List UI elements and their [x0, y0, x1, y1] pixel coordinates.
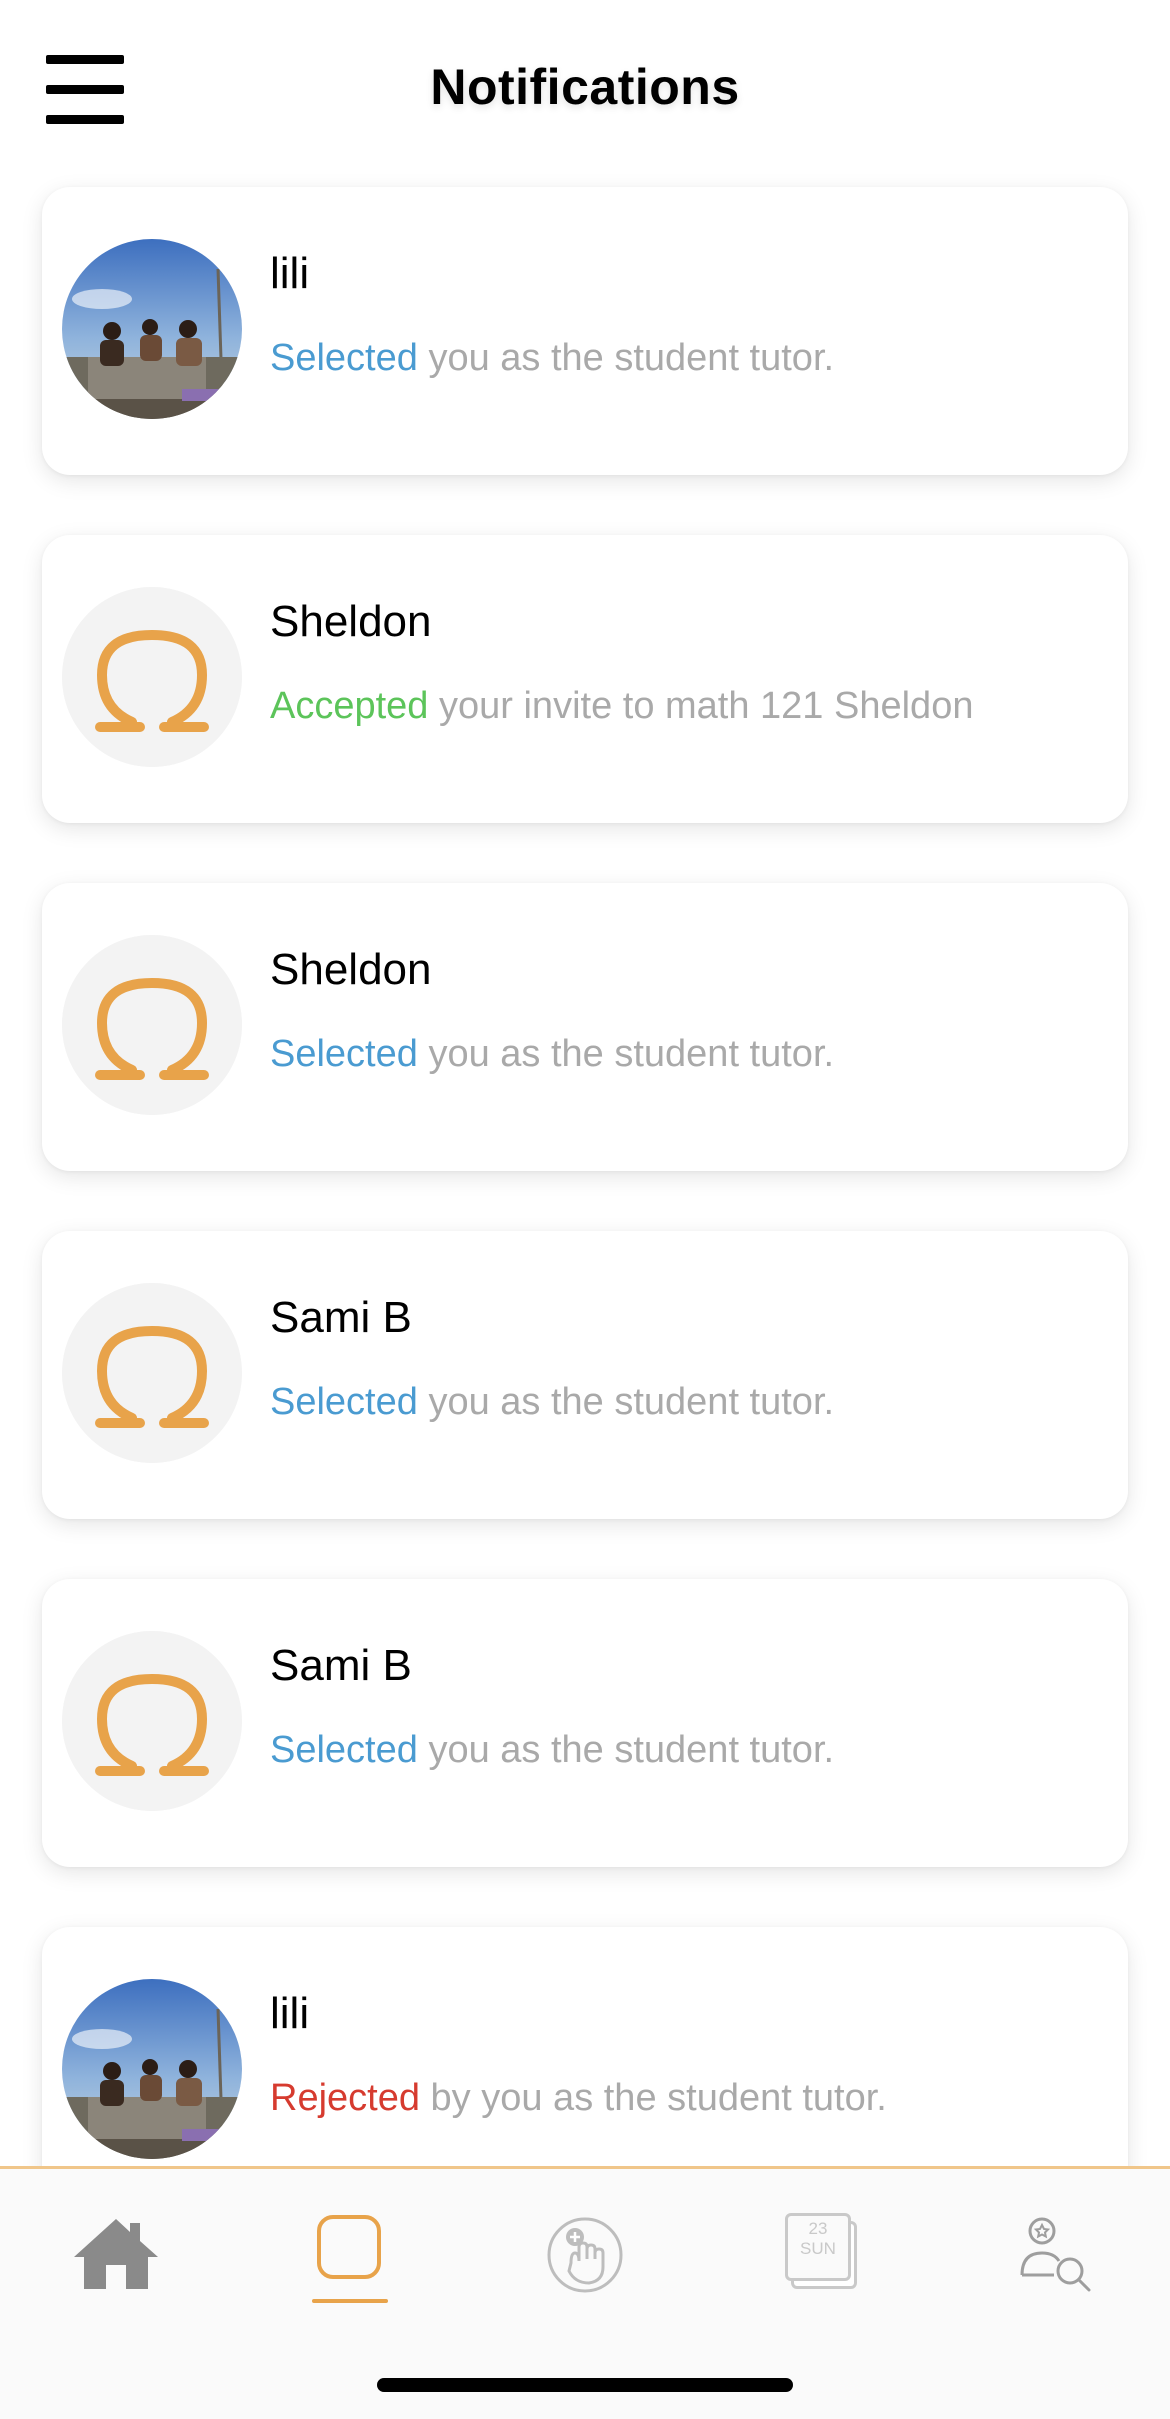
status-word: Rejected — [270, 2077, 420, 2119]
notification-name: Sami B — [270, 1641, 412, 1690]
message-text: by you as the student tutor. — [419, 2077, 887, 2119]
raise-hand-icon — [547, 2217, 623, 2293]
user-photo-avatar — [62, 1979, 242, 2159]
home-icon — [74, 2219, 158, 2289]
notification-card[interactable]: Sheldon Accepted your invite to math 121… — [42, 535, 1128, 823]
notification-message: Selected you as the student tutor. — [270, 1729, 834, 1772]
omega-avatar-icon — [62, 1631, 242, 1811]
notification-card[interactable]: Sami B Selected you as the student tutor… — [42, 1231, 1128, 1519]
status-word: Selected — [270, 1729, 418, 1771]
status-word: Accepted — [270, 685, 429, 727]
status-word: Selected — [270, 1033, 418, 1075]
notification-card[interactable]: Sami B Selected you as the student tutor… — [42, 1579, 1128, 1867]
status-word: Selected — [270, 1381, 418, 1423]
notifications-square-icon — [312, 2215, 388, 2303]
omega-avatar-icon — [62, 587, 242, 767]
omega-avatar-icon — [62, 1283, 242, 1463]
page-title: Notifications — [430, 59, 740, 115]
tab-calendar[interactable]: 23 SUN — [760, 2213, 880, 2323]
tutor-search-icon — [1020, 2217, 1091, 2292]
notification-name: lili — [270, 249, 310, 298]
notification-name: lili — [270, 1989, 310, 2038]
notification-message: Selected you as the student tutor. — [270, 1381, 834, 1424]
message-text: you as the student tutor. — [417, 337, 835, 379]
user-photo-avatar — [62, 239, 242, 419]
header: Notifications — [0, 0, 1170, 180]
notification-card[interactable]: lili Selected you as the student tutor. — [42, 187, 1128, 475]
notification-message: Selected you as the student tutor. — [270, 337, 834, 380]
tab-raise-hand[interactable] — [525, 2213, 645, 2323]
calendar-weekday: SUN — [800, 2239, 836, 2258]
omega-avatar-icon — [62, 935, 242, 1115]
notification-message: Accepted your invite to math 121 Sheldon — [270, 685, 973, 728]
notification-message: Selected you as the student tutor. — [270, 1033, 834, 1076]
message-text: you as the student tutor. — [417, 1033, 835, 1075]
notification-message: Rejected by you as the student tutor. — [270, 2077, 887, 2120]
tab-tutor-search[interactable] — [996, 2213, 1116, 2323]
notification-name: Sheldon — [270, 945, 432, 994]
calendar-day: 23 — [808, 2219, 828, 2238]
notification-name: Sami B — [270, 1293, 412, 1342]
tab-home[interactable] — [56, 2213, 176, 2323]
notification-card[interactable]: Sheldon Selected you as the student tuto… — [42, 883, 1128, 1171]
notification-name: Sheldon — [270, 597, 432, 646]
calendar-icon: 23 SUN — [785, 2213, 857, 2289]
message-text: your invite to math 121 Sheldon — [428, 685, 974, 727]
home-indicator — [377, 2378, 793, 2392]
message-text: you as the student tutor. — [417, 1729, 835, 1771]
status-word: Selected — [270, 337, 418, 379]
menu-bar — [46, 115, 124, 124]
message-text: you as the student tutor. — [417, 1381, 835, 1423]
tab-notifications[interactable] — [290, 2213, 410, 2323]
